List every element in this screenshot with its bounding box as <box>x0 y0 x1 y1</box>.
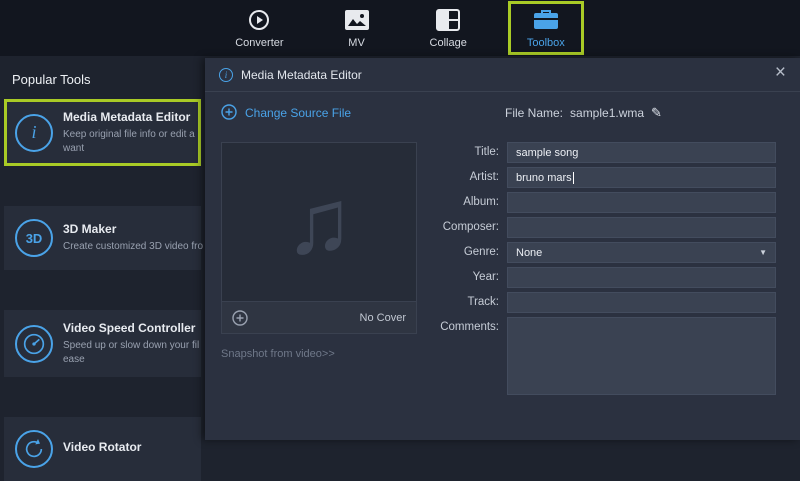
edit-filename-icon[interactable]: ✎ <box>651 105 662 121</box>
file-name-value: sample1.wma <box>570 106 644 120</box>
tool-name: Media Metadata Editor <box>63 110 195 124</box>
plus-circle-icon <box>221 104 237 123</box>
title-label: Title: <box>439 142 507 163</box>
dialog-toolbar: Change Source File File Name: sample1.wm… <box>205 92 800 134</box>
composer-label: Composer: <box>439 217 507 238</box>
metadata-form: Title: sample song Artist: bruno mars Al… <box>439 142 776 399</box>
track-input[interactable] <box>507 292 776 313</box>
change-source-file-label: Change Source File <box>245 106 351 120</box>
dialog-title: Media Metadata Editor <box>241 68 362 82</box>
sidebar-item-video-speed-controller[interactable]: Video Speed Controller Speed up or slow … <box>4 310 201 377</box>
artist-input[interactable]: bruno mars <box>507 167 776 188</box>
toolbox-icon <box>533 8 559 32</box>
sidebar-item-3d-maker[interactable]: 3D 3D Maker Create customized 3D video f… <box>4 206 201 270</box>
nav-label-toolbox: Toolbox <box>527 37 565 49</box>
mv-icon <box>344 8 370 32</box>
cover-art-panel: ♫ No Cover <box>221 142 417 334</box>
tool-description: want <box>63 142 195 156</box>
close-icon[interactable]: × <box>775 63 786 82</box>
nav-item-mv[interactable]: MV <box>325 1 389 55</box>
nav-item-collage[interactable]: Collage <box>411 1 486 55</box>
comments-textarea[interactable] <box>507 317 776 395</box>
tool-name: Video Rotator <box>63 440 141 454</box>
tool-description: Speed up or slow down your fil <box>63 339 199 353</box>
rotate-icon <box>15 430 53 468</box>
popular-tools-sidebar: Popular Tools i Media Metadata Editor Ke… <box>0 56 205 440</box>
album-input[interactable] <box>507 192 776 213</box>
title-input[interactable]: sample song <box>507 142 776 163</box>
chevron-down-icon: ▼ <box>759 248 767 257</box>
3d-circle-icon: 3D <box>15 219 53 257</box>
sidebar-item-media-metadata-editor[interactable]: i Media Metadata Editor Keep original fi… <box>4 99 201 166</box>
nav-label-converter: Converter <box>235 37 283 49</box>
composer-input[interactable] <box>507 217 776 238</box>
album-label: Album: <box>439 192 507 213</box>
artist-label: Artist: <box>439 167 507 188</box>
dialog-content: ♫ No Cover Snapshot from video>> Title: … <box>205 134 800 399</box>
track-label: Track: <box>439 292 507 313</box>
genre-dropdown[interactable]: None ▼ <box>507 242 776 263</box>
change-source-file-button[interactable]: Change Source File <box>221 104 351 123</box>
converter-icon <box>247 8 271 32</box>
tool-name: Video Speed Controller <box>63 321 199 335</box>
tool-description: ease <box>63 353 199 367</box>
comments-label: Comments: <box>439 317 507 338</box>
speedometer-icon <box>15 325 53 363</box>
nav-item-toolbox[interactable]: Toolbox <box>508 1 584 55</box>
no-cover-label: No Cover <box>360 312 406 324</box>
year-label: Year: <box>439 267 507 288</box>
genre-selected-value: None <box>516 247 542 259</box>
dialog-header: i Media Metadata Editor × <box>205 58 800 92</box>
music-note-icon: ♫ <box>222 143 416 301</box>
nav-item-converter[interactable]: Converter <box>216 1 302 55</box>
nav-label-collage: Collage <box>430 37 467 49</box>
cover-footer: No Cover <box>222 301 416 333</box>
file-name-display: File Name: sample1.wma ✎ <box>505 105 662 121</box>
snapshot-from-video-link[interactable]: Snapshot from video>> <box>221 348 417 360</box>
add-cover-icon[interactable] <box>232 310 248 326</box>
tool-description: Create customized 3D video fro <box>63 240 203 254</box>
media-metadata-editor-dialog: i Media Metadata Editor × Change Source … <box>205 58 800 440</box>
tool-description: Keep original file info or edit a <box>63 128 195 142</box>
info-icon: i <box>219 68 233 82</box>
text-caret <box>573 172 574 184</box>
sidebar-item-video-rotator[interactable]: Video Rotator <box>4 417 201 481</box>
genre-label: Genre: <box>439 242 507 263</box>
sidebar-title: Popular Tools <box>0 56 205 99</box>
nav-label-mv: MV <box>348 37 365 49</box>
collage-icon <box>436 8 460 32</box>
top-navigation-bar: Converter MV Collage Toolbox <box>0 0 800 56</box>
tool-name: 3D Maker <box>63 222 203 236</box>
file-name-label: File Name: <box>505 106 563 120</box>
info-circle-icon: i <box>15 114 53 152</box>
year-input[interactable] <box>507 267 776 288</box>
